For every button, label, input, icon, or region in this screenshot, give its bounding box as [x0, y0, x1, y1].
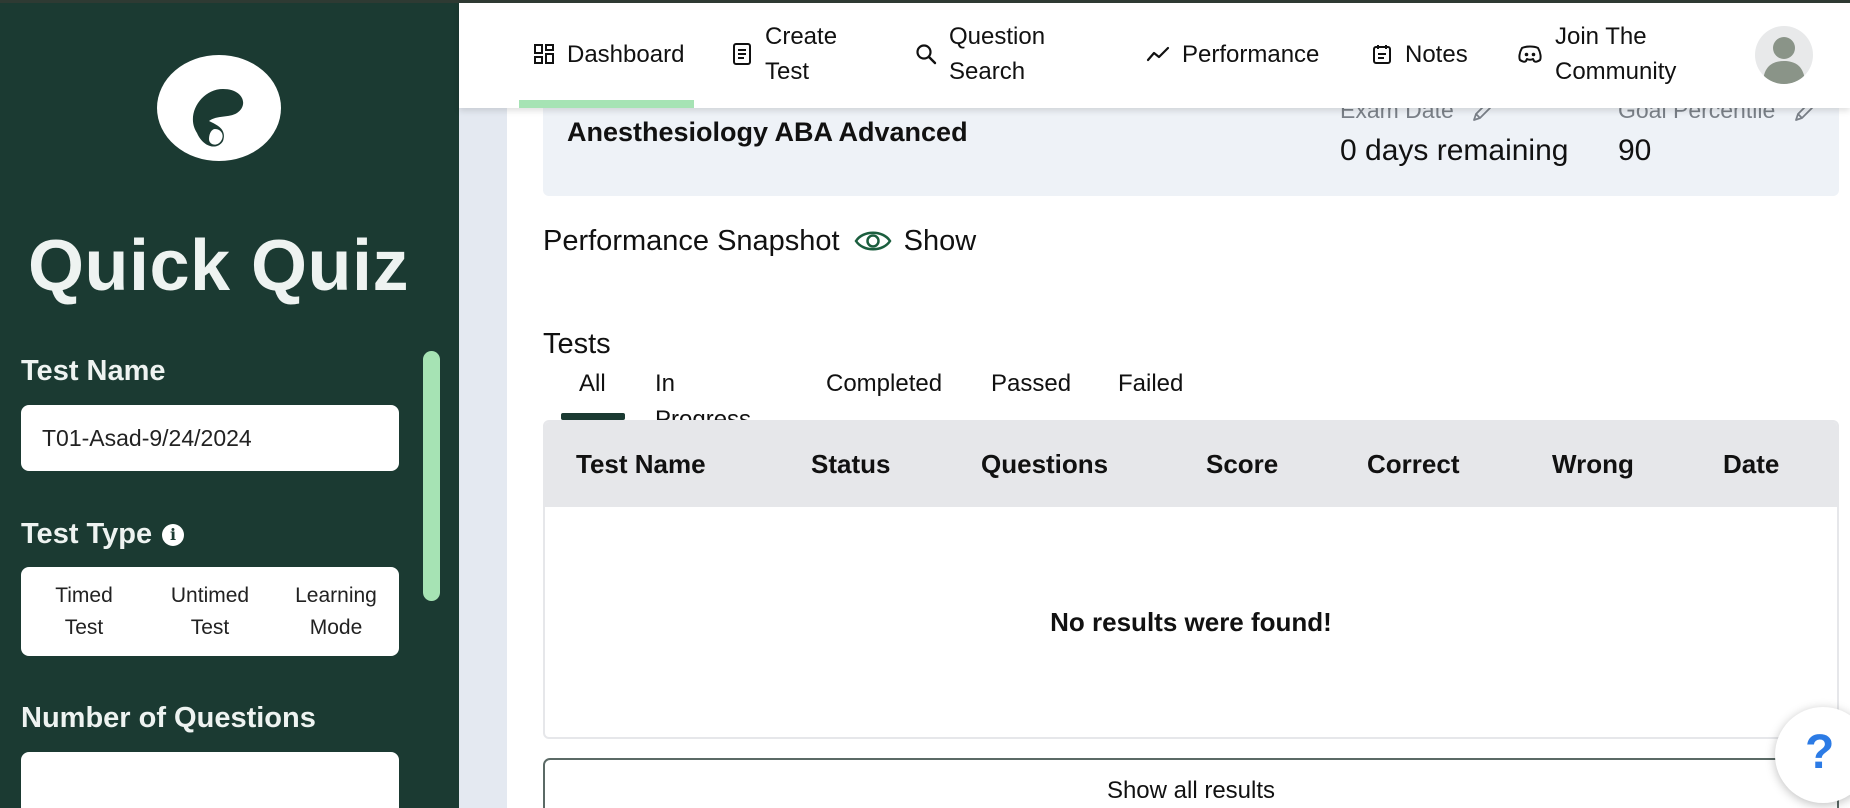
column-header-questions[interactable]: Questions — [981, 422, 1108, 507]
number-of-questions-input[interactable] — [21, 752, 399, 808]
user-silhouette-icon — [1763, 37, 1805, 84]
nav-label-line: Join The — [1555, 23, 1647, 50]
dashboard-icon — [534, 44, 554, 64]
calendar-notes-icon — [1373, 45, 1391, 64]
performance-snapshot-row: Performance Snapshot Show — [543, 222, 976, 260]
help-question-icon: ? — [1805, 726, 1835, 779]
nav-label-line: Create — [765, 23, 838, 50]
test-type-option-learning[interactable]: Learning Mode — [273, 580, 399, 644]
nav-label-line: Community — [1555, 58, 1677, 85]
nav-label: Create Test — [765, 19, 837, 89]
option-line: Timed — [55, 583, 113, 607]
option-line: Learning — [295, 583, 377, 607]
test-type-option-timed[interactable]: Timed Test — [21, 580, 147, 644]
table-header: Test Name Status Questions Score Correct… — [545, 422, 1837, 507]
option-line: Mode — [309, 615, 363, 639]
test-name-label: Test Name — [21, 355, 166, 387]
exam-name: Anesthesiology ABA Advanced — [567, 117, 968, 147]
exam-date-value: 0 days remaining — [1340, 134, 1569, 167]
show-snapshot-toggle[interactable]: Show — [904, 222, 977, 260]
tab-failed[interactable]: Failed — [1118, 366, 1183, 402]
window-top-border — [0, 0, 1850, 3]
test-type-label: Test Type — [21, 518, 153, 550]
nav-label-line: Search — [949, 58, 1026, 85]
test-name-input[interactable]: T01-Asad-9/24/2024 — [21, 405, 399, 471]
search-icon — [916, 44, 937, 65]
column-header-status[interactable]: Status — [811, 422, 890, 507]
active-nav-indicator — [519, 100, 694, 108]
test-type-option-untimed[interactable]: Untimed Test — [147, 580, 273, 644]
brand-logo-icon — [157, 55, 281, 161]
column-header-correct[interactable]: Correct — [1367, 422, 1459, 507]
nav-label: Performance — [1182, 40, 1320, 68]
nav-dashboard[interactable]: Dashboard — [533, 0, 684, 108]
quiz-sidebar: Quick Quiz Test Name T01-Asad-9/24/2024 … — [0, 0, 459, 808]
nav-performance[interactable]: Performance — [1146, 0, 1319, 108]
nav-label: Notes — [1405, 40, 1468, 68]
trend-line-icon — [1146, 46, 1170, 62]
nav-label-line: Test — [765, 58, 810, 85]
nav-question-search[interactable]: Question Search — [915, 0, 1045, 108]
nav-label: Question Search — [949, 19, 1045, 89]
show-all-results-button[interactable]: Show all results — [543, 758, 1839, 808]
test-type-heading: Test Type i — [21, 517, 185, 551]
option-line: Test — [64, 615, 104, 639]
tests-table: Test Name Status Questions Score Correct… — [543, 420, 1839, 739]
column-header-test-name[interactable]: Test Name — [576, 422, 706, 507]
nav-join-community[interactable]: Join The Community — [1517, 0, 1676, 108]
tests-title: Tests — [543, 328, 611, 360]
nav-label: Join The Community — [1555, 19, 1676, 89]
nav-label-line: Question — [949, 23, 1046, 50]
empty-results-message: No results were found! — [1050, 607, 1332, 637]
info-icon[interactable]: i — [162, 524, 185, 547]
nav-notes[interactable]: Notes — [1371, 0, 1468, 108]
nav-label: Dashboard — [567, 40, 685, 68]
option-line: Test — [190, 615, 230, 639]
user-avatar[interactable] — [1755, 26, 1813, 84]
goal-percentile-value: 90 — [1618, 134, 1652, 167]
number-of-questions-label: Number of Questions — [21, 702, 316, 734]
column-header-date[interactable]: Date — [1723, 422, 1779, 507]
tab-all[interactable]: All — [579, 366, 606, 402]
sidebar-title: Quick Quiz — [27, 226, 410, 306]
option-line: Untimed — [170, 583, 250, 607]
column-header-wrong[interactable]: Wrong — [1552, 422, 1634, 507]
tab-passed[interactable]: Passed — [991, 366, 1071, 402]
column-header-score[interactable]: Score — [1206, 422, 1278, 507]
content-gutter — [459, 0, 507, 808]
test-type-selector: Timed Test Untimed Test Learning Mode — [21, 567, 399, 656]
document-icon — [733, 43, 751, 65]
eye-icon[interactable] — [854, 228, 892, 254]
nav-create-test[interactable]: Create Test — [731, 0, 837, 108]
active-tab-indicator — [561, 413, 625, 420]
sidebar-scrollbar[interactable] — [423, 351, 440, 601]
tab-completed[interactable]: Completed — [826, 366, 942, 402]
discord-icon — [1518, 45, 1542, 63]
performance-snapshot-label: Performance Snapshot — [543, 225, 840, 257]
top-navigation: Dashboard Create Test Question Search Perf… — [459, 0, 1850, 108]
